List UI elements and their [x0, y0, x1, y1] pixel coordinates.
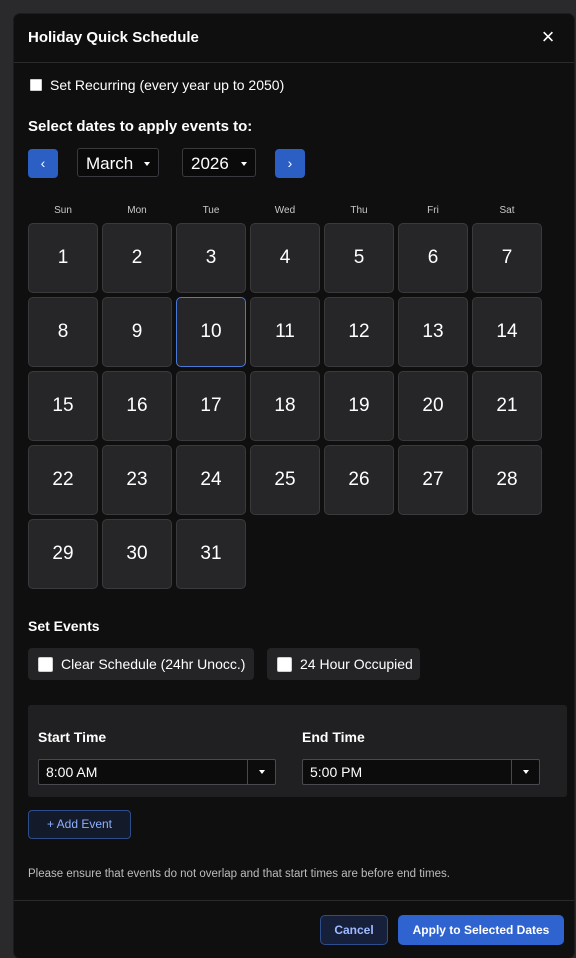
- chevron-down-icon: [523, 770, 529, 774]
- month-select[interactable]: March: [77, 148, 159, 177]
- set-events-heading: Set Events: [28, 618, 100, 634]
- calendar-day-28[interactable]: 28: [472, 445, 542, 515]
- chevron-left-icon: ‹: [40, 155, 46, 171]
- dialog-header: Holiday Quick Schedule ×: [14, 14, 574, 63]
- calendar-day-11[interactable]: 11: [250, 297, 320, 367]
- calendar-day-23[interactable]: 23: [102, 445, 172, 515]
- calendar-day-14[interactable]: 14: [472, 297, 542, 367]
- calendar-day-12[interactable]: 12: [324, 297, 394, 367]
- start-time-value: 8:00 AM: [46, 764, 98, 780]
- weekday-label: Thu: [350, 205, 368, 216]
- calendar-day-31[interactable]: 31: [176, 519, 246, 589]
- calendar-day-22[interactable]: 22: [28, 445, 98, 515]
- end-time-dropdown-button[interactable]: [511, 760, 539, 784]
- holiday-schedule-dialog: Holiday Quick Schedule × Set Recurring (…: [14, 14, 574, 958]
- year-select-value: 2026: [191, 154, 229, 173]
- select-dates-heading: Select dates to apply events to:: [28, 118, 253, 135]
- calendar-day-3[interactable]: 3: [176, 223, 246, 293]
- calendar-day-24[interactable]: 24: [176, 445, 246, 515]
- calendar-day-9[interactable]: 9: [102, 297, 172, 367]
- calendar-day-16[interactable]: 16: [102, 371, 172, 441]
- calendar-day-8[interactable]: 8: [28, 297, 98, 367]
- calendar-day-30[interactable]: 30: [102, 519, 172, 589]
- end-time-value: 5:00 PM: [310, 764, 363, 780]
- calendar-day-2[interactable]: 2: [102, 223, 172, 293]
- chevron-down-icon: [144, 162, 150, 166]
- calendar-day-17[interactable]: 17: [176, 371, 246, 441]
- cancel-button[interactable]: Cancel: [320, 915, 388, 945]
- calendar-day-26[interactable]: 26: [324, 445, 394, 515]
- start-time-label: Start Time: [38, 729, 107, 745]
- weekday-label: Mon: [127, 205, 147, 216]
- calendar-day-21[interactable]: 21: [472, 371, 542, 441]
- occupied-24h-option[interactable]: 24 Hour Occupied: [267, 648, 420, 680]
- weekday-label: Fri: [427, 205, 439, 216]
- close-icon[interactable]: ×: [538, 26, 558, 48]
- calendar-day-5[interactable]: 5: [324, 223, 394, 293]
- apply-selected-dates-button[interactable]: Apply to Selected Dates: [398, 915, 564, 945]
- clear-schedule-label: Clear Schedule (24hr Unocc.): [61, 656, 246, 672]
- start-time-select[interactable]: 8:00 AM: [38, 759, 276, 785]
- weekday-label: Tue: [202, 205, 220, 216]
- weekday-label: Wed: [274, 205, 296, 216]
- calendar-day-6[interactable]: 6: [398, 223, 468, 293]
- weekday-label: Sun: [54, 205, 72, 216]
- calendar-day-18[interactable]: 18: [250, 371, 320, 441]
- next-month-button[interactable]: ›: [275, 149, 305, 178]
- calendar-day-25[interactable]: 25: [250, 445, 320, 515]
- year-select[interactable]: 2026: [182, 148, 256, 177]
- add-event-button[interactable]: + Add Event: [28, 810, 131, 839]
- prev-month-button[interactable]: ‹: [28, 149, 58, 178]
- calendar-day-19[interactable]: 19: [324, 371, 394, 441]
- chevron-down-icon: [241, 162, 247, 166]
- occupied-24h-label: 24 Hour Occupied: [300, 656, 413, 672]
- footer-divider: [14, 900, 574, 901]
- calendar-day-1[interactable]: 1: [28, 223, 98, 293]
- end-time-select[interactable]: 5:00 PM: [302, 759, 540, 785]
- calendar-day-7[interactable]: 7: [472, 223, 542, 293]
- start-time-dropdown-button[interactable]: [247, 760, 275, 784]
- calendar-day-27[interactable]: 27: [398, 445, 468, 515]
- overlap-note: Please ensure that events do not overlap…: [28, 868, 450, 880]
- month-select-value: March: [86, 154, 134, 173]
- dialog-title: Holiday Quick Schedule: [28, 29, 199, 46]
- calendar-day-10[interactable]: 10: [176, 297, 246, 367]
- calendar-day-20[interactable]: 20: [398, 371, 468, 441]
- recurring-option[interactable]: Set Recurring (every year up to 2050): [30, 77, 284, 93]
- calendar-day-29[interactable]: 29: [28, 519, 98, 589]
- recurring-label: Set Recurring (every year up to 2050): [50, 77, 285, 93]
- recurring-checkbox[interactable]: [30, 79, 42, 91]
- clear-schedule-checkbox[interactable]: [38, 656, 53, 672]
- calendar-day-15[interactable]: 15: [28, 371, 98, 441]
- calendar-day-4[interactable]: 4: [250, 223, 320, 293]
- chevron-down-icon: [259, 770, 265, 774]
- occupied-24h-checkbox[interactable]: [277, 656, 292, 672]
- clear-schedule-option[interactable]: Clear Schedule (24hr Unocc.): [28, 648, 254, 680]
- weekday-label: Sat: [499, 205, 515, 216]
- calendar-day-13[interactable]: 13: [398, 297, 468, 367]
- end-time-label: End Time: [302, 729, 365, 745]
- time-range-panel: Start Time 8:00 AM End Time 5:00 PM: [28, 705, 567, 797]
- chevron-right-icon: ›: [287, 155, 293, 171]
